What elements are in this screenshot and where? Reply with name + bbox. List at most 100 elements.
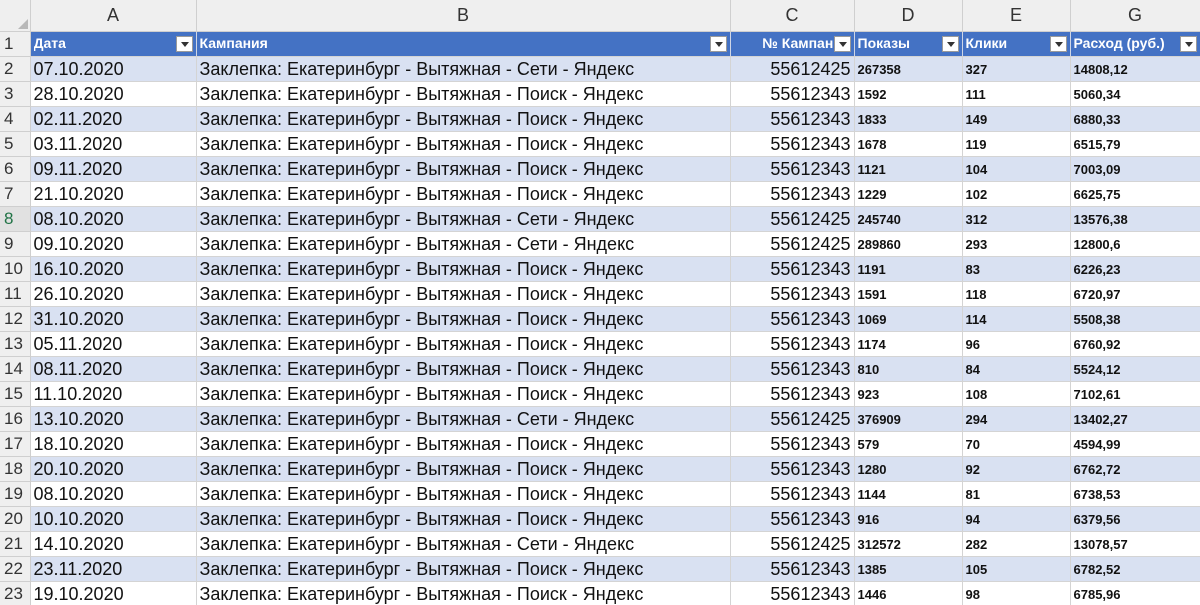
cell-impressions[interactable]: 1592 xyxy=(854,81,963,107)
cell-date[interactable]: 18.10.2020 xyxy=(30,431,197,457)
cell-spend[interactable]: 6226,23 xyxy=(1070,256,1200,282)
cell-spend[interactable]: 14808,12 xyxy=(1070,56,1200,82)
row-header[interactable]: 1 xyxy=(0,31,31,57)
cell-spend[interactable]: 4594,99 xyxy=(1070,431,1200,457)
cell-clicks[interactable]: 294 xyxy=(962,406,1071,432)
cell-spend[interactable]: 7003,09 xyxy=(1070,156,1200,182)
cell-campaign-no[interactable]: 55612343 xyxy=(730,106,855,132)
cell-campaign-no[interactable]: 55612343 xyxy=(730,306,855,332)
cell-clicks[interactable]: 111 xyxy=(962,81,1071,107)
cell-impressions[interactable]: 1591 xyxy=(854,281,963,307)
row-header[interactable]: 20 xyxy=(0,506,31,532)
cell-date[interactable]: 23.11.2020 xyxy=(30,556,197,582)
cell-clicks[interactable]: 105 xyxy=(962,556,1071,582)
cell-campaign[interactable]: Заклепка: Екатеринбург - Вытяжная - Поис… xyxy=(196,281,731,307)
cell-date[interactable]: 09.10.2020 xyxy=(30,231,197,257)
cell-impressions[interactable]: 1144 xyxy=(854,481,963,507)
row-header[interactable]: 7 xyxy=(0,181,31,207)
cell-impressions[interactable]: 1833 xyxy=(854,106,963,132)
cell-date[interactable]: 20.10.2020 xyxy=(30,456,197,482)
cell-campaign[interactable]: Заклепка: Екатеринбург - Вытяжная - Сети… xyxy=(196,206,731,232)
row-header[interactable]: 18 xyxy=(0,456,31,482)
cell-clicks[interactable]: 312 xyxy=(962,206,1071,232)
row-header[interactable]: 2 xyxy=(0,56,31,82)
cell-impressions[interactable]: 1678 xyxy=(854,131,963,157)
cell-campaign[interactable]: Заклепка: Екатеринбург - Вытяжная - Поис… xyxy=(196,506,731,532)
row-header[interactable]: 6 xyxy=(0,156,31,182)
cell-spend[interactable]: 5508,38 xyxy=(1070,306,1200,332)
cell-campaign-no[interactable]: 55612343 xyxy=(730,156,855,182)
cell-spend[interactable]: 6720,97 xyxy=(1070,281,1200,307)
cell-impressions[interactable]: 1385 xyxy=(854,556,963,582)
cell-clicks[interactable]: 84 xyxy=(962,356,1071,382)
column-header-a[interactable]: A xyxy=(30,0,197,32)
cell-spend[interactable]: 6625,75 xyxy=(1070,181,1200,207)
row-header[interactable]: 16 xyxy=(0,406,31,432)
cell-date[interactable]: 14.10.2020 xyxy=(30,531,197,557)
cell-campaign-no[interactable]: 55612343 xyxy=(730,556,855,582)
cell-campaign-no[interactable]: 55612425 xyxy=(730,206,855,232)
header-campaign[interactable]: Кампания xyxy=(196,31,731,57)
cell-campaign[interactable]: Заклепка: Екатеринбург - Вытяжная - Поис… xyxy=(196,81,731,107)
row-header[interactable]: 4 xyxy=(0,106,31,132)
cell-date[interactable]: 16.10.2020 xyxy=(30,256,197,282)
cell-clicks[interactable]: 81 xyxy=(962,481,1071,507)
cell-clicks[interactable]: 92 xyxy=(962,456,1071,482)
cell-clicks[interactable]: 70 xyxy=(962,431,1071,457)
header-spend[interactable]: Расход (руб.) xyxy=(1070,31,1200,57)
cell-date[interactable]: 03.11.2020 xyxy=(30,131,197,157)
row-header[interactable]: 11 xyxy=(0,281,31,307)
row-header[interactable]: 21 xyxy=(0,531,31,557)
cell-campaign[interactable]: Заклепка: Екатеринбург - Вытяжная - Поис… xyxy=(196,556,731,582)
cell-campaign[interactable]: Заклепка: Екатеринбург - Вытяжная - Поис… xyxy=(196,106,731,132)
cell-campaign-no[interactable]: 55612343 xyxy=(730,356,855,382)
cell-campaign[interactable]: Заклепка: Екатеринбург - Вытяжная - Сети… xyxy=(196,56,731,82)
header-campaign-no[interactable]: № Кампании xyxy=(730,31,855,57)
cell-clicks[interactable]: 96 xyxy=(962,331,1071,357)
cell-clicks[interactable]: 118 xyxy=(962,281,1071,307)
cell-date[interactable]: 11.10.2020 xyxy=(30,381,197,407)
cell-clicks[interactable]: 327 xyxy=(962,56,1071,82)
row-header[interactable]: 10 xyxy=(0,256,31,282)
column-header-d[interactable]: D xyxy=(854,0,963,32)
cell-date[interactable]: 02.11.2020 xyxy=(30,106,197,132)
filter-dropdown-icon[interactable] xyxy=(1179,36,1197,52)
cell-campaign[interactable]: Заклепка: Екатеринбург - Вытяжная - Поис… xyxy=(196,481,731,507)
cell-campaign[interactable]: Заклепка: Екатеринбург - Вытяжная - Поис… xyxy=(196,131,731,157)
filter-dropdown-icon[interactable] xyxy=(709,36,727,52)
cell-impressions[interactable]: 810 xyxy=(854,356,963,382)
cell-campaign-no[interactable]: 55612425 xyxy=(730,406,855,432)
row-header[interactable]: 14 xyxy=(0,356,31,382)
cell-spend[interactable]: 6515,79 xyxy=(1070,131,1200,157)
cell-date[interactable]: 05.11.2020 xyxy=(30,331,197,357)
cell-date[interactable]: 31.10.2020 xyxy=(30,306,197,332)
cell-campaign[interactable]: Заклепка: Екатеринбург - Вытяжная - Поис… xyxy=(196,331,731,357)
cell-date[interactable]: 10.10.2020 xyxy=(30,506,197,532)
cell-campaign-no[interactable]: 55612343 xyxy=(730,256,855,282)
row-header[interactable]: 23 xyxy=(0,581,31,605)
cell-spend[interactable]: 5524,12 xyxy=(1070,356,1200,382)
cell-impressions[interactable]: 923 xyxy=(854,381,963,407)
cell-spend[interactable]: 6785,96 xyxy=(1070,581,1200,605)
cell-campaign[interactable]: Заклепка: Екатеринбург - Вытяжная - Сети… xyxy=(196,531,731,557)
cell-date[interactable]: 08.11.2020 xyxy=(30,356,197,382)
cell-date[interactable]: 09.11.2020 xyxy=(30,156,197,182)
cell-spend[interactable]: 6782,52 xyxy=(1070,556,1200,582)
cell-campaign-no[interactable]: 55612425 xyxy=(730,231,855,257)
cell-spend[interactable]: 6738,53 xyxy=(1070,481,1200,507)
cell-spend[interactable]: 13402,27 xyxy=(1070,406,1200,432)
cell-spend[interactable]: 6880,33 xyxy=(1070,106,1200,132)
cell-spend[interactable]: 12800,6 xyxy=(1070,231,1200,257)
column-header-c[interactable]: C xyxy=(730,0,855,32)
row-header[interactable]: 13 xyxy=(0,331,31,357)
header-clicks[interactable]: Клики xyxy=(962,31,1071,57)
cell-clicks[interactable]: 83 xyxy=(962,256,1071,282)
row-header[interactable]: 12 xyxy=(0,306,31,332)
cell-spend[interactable]: 13576,38 xyxy=(1070,206,1200,232)
row-header[interactable]: 3 xyxy=(0,81,31,107)
cell-campaign-no[interactable]: 55612343 xyxy=(730,181,855,207)
cell-campaign[interactable]: Заклепка: Екатеринбург - Вытяжная - Поис… xyxy=(196,581,731,605)
cell-spend[interactable]: 13078,57 xyxy=(1070,531,1200,557)
cell-campaign-no[interactable]: 55612343 xyxy=(730,381,855,407)
cell-impressions[interactable]: 289860 xyxy=(854,231,963,257)
